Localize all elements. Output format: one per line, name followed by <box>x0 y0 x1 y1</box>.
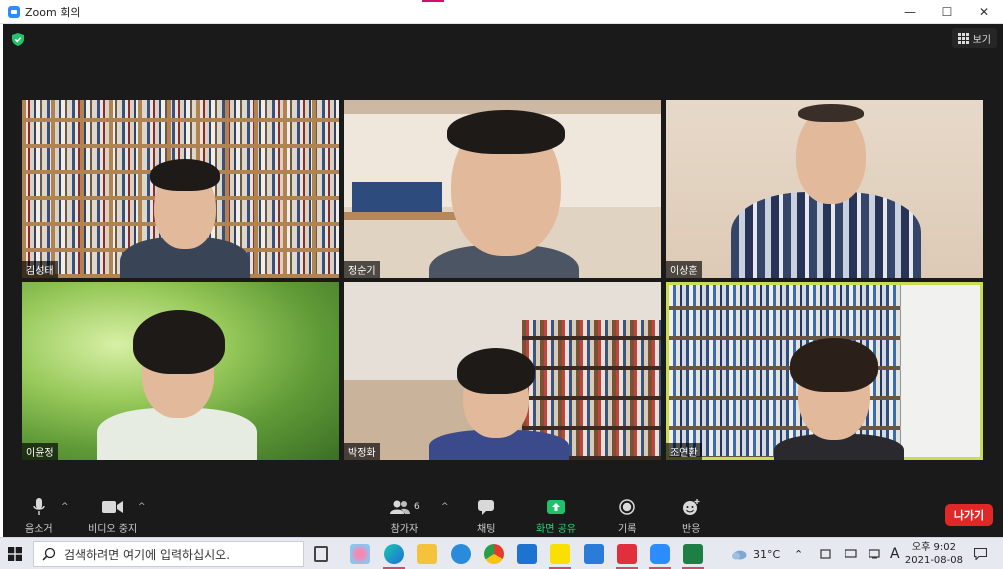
grid-icon <box>957 32 969 44</box>
participant-name: 이상훈 <box>666 261 702 278</box>
chat-button[interactable]: 채팅 <box>477 498 495 535</box>
video-options-caret[interactable]: ^ <box>138 502 146 512</box>
mail-app-icon[interactable] <box>517 544 537 564</box>
share-screen-button[interactable]: 화면 공유 <box>536 498 576 535</box>
network-icon[interactable] <box>845 538 857 569</box>
edge-browser-icon[interactable] <box>383 544 405 569</box>
search-icon <box>42 547 56 561</box>
chrome-browser-icon[interactable] <box>484 544 504 564</box>
stop-video-button[interactable]: 비디오 중지 <box>88 498 137 535</box>
participant-name: 정순기 <box>344 261 380 278</box>
view-label: 보기 <box>972 34 991 46</box>
file-explorer-icon[interactable] <box>417 544 437 564</box>
participants-count: 6 <box>414 502 420 512</box>
kakaotalk-icon[interactable] <box>549 544 571 569</box>
reactions-button[interactable]: 반응 <box>682 498 700 535</box>
wall-painting <box>352 182 442 212</box>
window-title: Zoom 회의 <box>25 5 81 19</box>
meeting-toolbar: 음소거 ^ 비디오 중지 ^ 6 참가자 ^ 채팅 화면 공유 기록 반응 나가… <box>3 490 1003 537</box>
capture-app-icon[interactable] <box>616 544 638 569</box>
video-tile-3[interactable]: 이상훈 <box>666 100 983 278</box>
leave-button[interactable]: 나가기 <box>945 504 993 526</box>
participant-name: 조연환 <box>666 443 702 460</box>
weather-temperature: 31°C <box>753 547 781 561</box>
title-accent <box>422 0 444 2</box>
meeting-area: 보기 김성태 정순기 이상훈 이윤정 박정화 조연환 <box>3 24 1003 537</box>
taskbar-search-box[interactable]: 검색하려면 여기에 입력하십시오. <box>33 541 304 567</box>
task-view-icon[interactable] <box>314 546 328 562</box>
clock-time: 오후 9:02 <box>911 542 956 553</box>
windows-taskbar: 검색하려면 여기에 입력하십시오. 31°C ⌃ A 오후 9:02 2021-… <box>0 537 1003 569</box>
excel-app-icon[interactable] <box>682 544 704 569</box>
input-method-indicator[interactable]: A <box>890 538 900 569</box>
weather-cloud-icon <box>732 550 747 560</box>
minimize-button[interactable]: — <box>891 0 929 24</box>
participant-name: 김성태 <box>22 261 58 278</box>
participant-name: 이윤정 <box>22 443 58 460</box>
mute-button[interactable]: 음소거 <box>25 498 53 535</box>
video-tile-1[interactable]: 김성태 <box>22 100 339 278</box>
internet-explorer-icon[interactable] <box>451 544 471 564</box>
video-tile-4[interactable]: 이윤정 <box>22 282 339 460</box>
video-tile-6-active-speaker[interactable]: 조연환 <box>666 282 983 460</box>
title-bar: Zoom 회의 — ☐ ✕ <box>0 0 1003 24</box>
clock-date: 2021-08-08 <box>904 555 963 566</box>
photos-app-icon[interactable] <box>350 544 370 564</box>
video-camera-icon <box>101 501 123 513</box>
word-app-icon[interactable] <box>584 544 604 564</box>
search-placeholder: 검색하려면 여기에 입력하십시오. <box>64 547 231 562</box>
close-button[interactable]: ✕ <box>965 0 1003 24</box>
view-button[interactable]: 보기 <box>951 28 997 48</box>
windows-logo-icon <box>8 547 22 561</box>
notifications-icon[interactable] <box>974 538 987 569</box>
start-button[interactable] <box>0 538 30 569</box>
participants-icon <box>390 500 410 514</box>
weather-widget[interactable]: 31°C <box>731 538 780 569</box>
microphone-icon <box>33 498 45 515</box>
audio-options-caret[interactable]: ^ <box>61 502 69 512</box>
wall-shelf <box>344 212 464 220</box>
video-tile-5[interactable]: 박정화 <box>344 282 661 460</box>
record-button[interactable]: 기록 <box>618 498 636 535</box>
participant-name: 박정화 <box>344 443 380 460</box>
video-tile-2[interactable]: 정순기 <box>344 100 661 278</box>
chat-icon <box>478 499 495 515</box>
zoom-app-icon <box>8 5 20 18</box>
shield-icon[interactable] <box>12 33 24 46</box>
emoji-plus-icon <box>683 498 700 515</box>
record-icon <box>619 499 635 515</box>
maximize-button[interactable]: ☐ <box>928 0 966 24</box>
participants-options-caret[interactable]: ^ <box>441 502 449 512</box>
taskbar-clock[interactable]: 오후 9:02 2021-08-08 <box>905 541 963 567</box>
zoom-taskbar-icon[interactable] <box>649 544 671 569</box>
volume-icon[interactable] <box>869 538 881 569</box>
tray-overflow-icon[interactable]: ⌃ <box>794 538 803 569</box>
battery-icon[interactable] <box>820 538 832 569</box>
share-screen-icon <box>546 500 565 514</box>
participants-button[interactable]: 6 참가자 <box>389 498 420 535</box>
